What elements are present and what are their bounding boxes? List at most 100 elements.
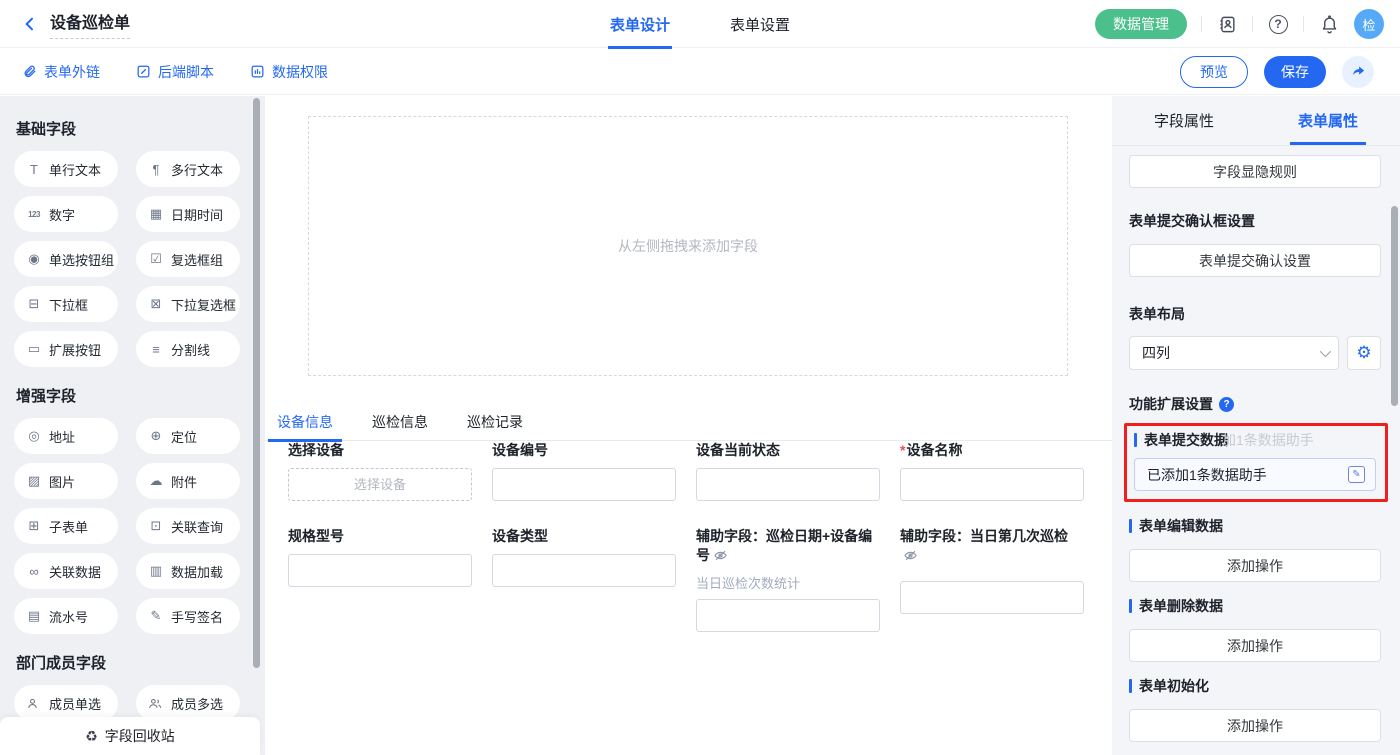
toolbar-actions: 预览 保存 — [1180, 56, 1374, 88]
required-mark: * — [900, 442, 905, 458]
radio-icon: ◉ — [26, 251, 42, 267]
notification-bell-icon[interactable] — [1318, 13, 1340, 35]
field-device-no[interactable]: 设备编号 — [492, 441, 676, 501]
form-design-canvas: 从左侧拖拽来添加字段 设备信息 巡检信息 巡检记录 选择设备 设备编号 设备当前… — [265, 96, 1112, 755]
form-layout-title: 表单布局 — [1129, 304, 1381, 324]
field-select-device[interactable]: 选择设备 — [288, 441, 472, 501]
serial-doc-icon: ▤ — [26, 608, 42, 624]
save-button[interactable]: 保存 — [1264, 56, 1326, 88]
checkbox-icon: ☑ — [148, 251, 164, 267]
field-pill-data-load[interactable]: ▥数据加载 — [136, 553, 240, 589]
field-pill-address[interactable]: ◎地址 — [14, 418, 118, 454]
init-add-button[interactable]: 添加操作 — [1129, 709, 1381, 742]
aux-nth-input[interactable] — [900, 581, 1084, 614]
back-icon[interactable] — [18, 12, 42, 36]
help-badge-icon[interactable]: ? — [1219, 397, 1234, 412]
field-pill-image[interactable]: ▨图片 — [14, 463, 118, 499]
share-button[interactable] — [1342, 56, 1374, 88]
field-pill-radio-group[interactable]: ◉单选按钮组 — [14, 241, 118, 277]
section-enhanced-fields: 增强字段 — [16, 385, 251, 406]
edit-data-add-button[interactable]: 添加操作 — [1129, 549, 1381, 582]
header-actions: 数据管理 ? 检 — [1095, 0, 1384, 48]
tab-field-properties[interactable]: 字段属性 — [1112, 96, 1256, 145]
delete-data-add-button[interactable]: 添加操作 — [1129, 629, 1381, 662]
layout-gear-button[interactable]: ⚙ — [1347, 336, 1381, 370]
field-pill-dropdown[interactable]: ⊟下拉框 — [14, 286, 118, 322]
user-avatar[interactable]: 检 — [1354, 9, 1384, 39]
edit-icon[interactable]: ✎ — [1348, 466, 1365, 483]
number-icon: 123 — [26, 210, 42, 219]
contact-book-icon[interactable] — [1216, 13, 1238, 35]
data-assistant-box[interactable]: 已添加1条数据助手 ✎ — [1134, 458, 1376, 491]
spec-model-input[interactable] — [288, 554, 472, 587]
field-pill-related-data[interactable]: ∞关联数据 — [14, 553, 118, 589]
field-pill-subform[interactable]: ⊞子表单 — [14, 508, 118, 544]
tab-form-design[interactable]: 表单设计 — [610, 0, 670, 48]
data-manage-button[interactable]: 数据管理 — [1095, 9, 1187, 39]
tab-form-settings[interactable]: 表单设置 — [730, 0, 790, 48]
field-spec-model[interactable]: 规格型号 — [288, 527, 472, 632]
field-pill-datetime[interactable]: ▦日期时间 — [136, 196, 240, 232]
submit-confirm-title: 表单提交确认框设置 — [1129, 211, 1381, 231]
tab-inspection-info[interactable]: 巡检信息 — [363, 412, 437, 440]
field-pill-related-query[interactable]: ⊡关联查询 — [136, 508, 240, 544]
visibility-rule-button[interactable]: 字段显隐规则 — [1129, 155, 1381, 188]
submit-confirm-button[interactable]: 表单提交确认设置 — [1129, 244, 1381, 277]
layout-select[interactable]: 四列 — [1129, 336, 1339, 370]
field-pill-divider[interactable]: ≡分割线 — [136, 331, 240, 367]
field-pill-extend-button[interactable]: ▭扩展按钮 — [14, 331, 118, 367]
device-name-input[interactable] — [900, 468, 1084, 501]
divider — [1303, 16, 1304, 32]
field-device-name[interactable]: *设备名称 — [900, 441, 1084, 501]
preview-button[interactable]: 预览 — [1180, 56, 1248, 88]
related-data-icon: ∞ — [26, 564, 42, 579]
field-pill-checkbox-group[interactable]: ☑复选框组 — [136, 241, 240, 277]
daily-count-input[interactable] — [696, 599, 880, 632]
page-title[interactable]: 设备巡检单 — [50, 9, 130, 39]
field-pill-multi-text[interactable]: ¶多行文本 — [136, 151, 240, 187]
field-pill-member-single[interactable]: 成员单选 — [14, 685, 118, 721]
sidebar-scrollbar[interactable] — [253, 98, 260, 668]
subform-icon: ⊞ — [26, 518, 42, 534]
tab-inspection-record[interactable]: 巡检记录 — [458, 412, 532, 440]
init-section-title: 表单初始化 — [1129, 676, 1381, 696]
field-pill-multi-dropdown[interactable]: ⊠下拉复选框 — [136, 286, 240, 322]
device-no-input[interactable] — [492, 468, 676, 501]
field-aux-nth[interactable]: 辅助字段：当日第几次巡检 — [900, 527, 1084, 632]
tab-device-info[interactable]: 设备信息 — [268, 412, 342, 440]
form-row-2: 规格型号 设备类型 辅助字段：巡检日期+设备编号 当日巡检次数统计 辅助字段：当… — [288, 527, 1088, 632]
device-status-input[interactable] — [696, 468, 880, 501]
field-recycle-bin[interactable]: ♻ 字段回收站 — [0, 717, 260, 755]
field-aux-date-no[interactable]: 辅助字段：巡检日期+设备编号 当日巡检次数统计 — [696, 527, 880, 632]
hidden-eye-icon — [714, 549, 727, 562]
field-dropzone[interactable]: 从左侧拖拽来添加字段 — [308, 116, 1068, 376]
field-device-status[interactable]: 设备当前状态 — [696, 441, 880, 501]
submit-data-section-title: 表单提交数据 加1条数据助手 — [1134, 430, 1376, 450]
tab-form-properties[interactable]: 表单属性 — [1256, 96, 1400, 145]
script-icon — [136, 64, 151, 79]
ghost-text: 加1条数据助手 — [1222, 430, 1314, 450]
field-pill-number[interactable]: 123数字 — [14, 196, 118, 232]
field-pill-single-text[interactable]: T单行文本 — [14, 151, 118, 187]
external-link-item[interactable]: 表单外链 — [22, 62, 100, 82]
header-tabs: 表单设计 表单设置 — [610, 0, 790, 48]
data-permission-label: 数据权限 — [272, 62, 328, 82]
help-icon[interactable]: ? — [1267, 13, 1289, 35]
assistant-text: 已添加1条数据助手 — [1147, 465, 1267, 485]
backend-script-item[interactable]: 后端脚本 — [136, 62, 214, 82]
device-type-input[interactable] — [492, 554, 676, 587]
field-pill-signature[interactable]: ✎手写签名 — [136, 598, 240, 634]
link-icon — [22, 64, 37, 79]
field-pill-location[interactable]: ⊕定位 — [136, 418, 240, 454]
field-pill-attachment[interactable]: ☁附件 — [136, 463, 240, 499]
select-device-input[interactable] — [288, 468, 472, 501]
field-pill-serial-number[interactable]: ▤流水号 — [14, 598, 118, 634]
field-device-type[interactable]: 设备类型 — [492, 527, 676, 632]
field-pill-member-multi[interactable]: 成员多选 — [136, 685, 240, 721]
properties-scrollbar[interactable] — [1391, 206, 1398, 406]
data-permission-item[interactable]: 数据权限 — [250, 62, 328, 82]
divider-icon: ≡ — [148, 342, 164, 357]
dropdown-icon: ⊟ — [26, 296, 42, 312]
pin-icon: ◎ — [26, 428, 42, 444]
persons-icon — [148, 697, 164, 710]
